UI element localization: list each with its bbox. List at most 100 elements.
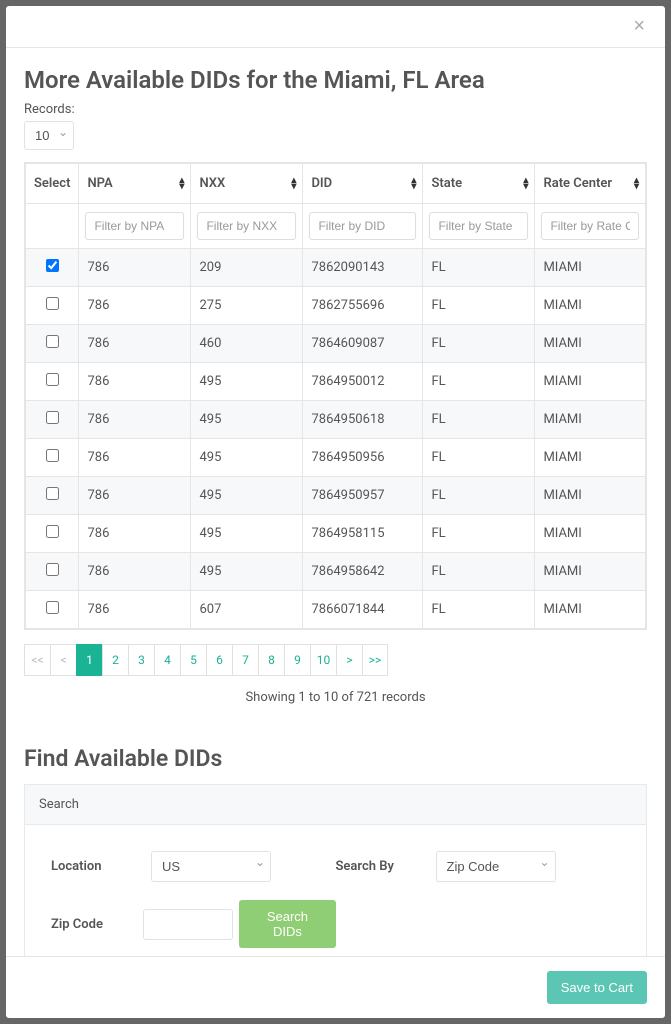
cell-did: 7862090143 (303, 249, 423, 287)
th-nxx-label: NXX (199, 176, 225, 191)
zip-code-input[interactable] (143, 909, 233, 940)
cell-rate-center: MIAMI (535, 363, 646, 401)
row-checkbox[interactable] (46, 449, 59, 462)
cell-nxx: 275 (191, 287, 303, 325)
th-npa-label: NPA (87, 176, 112, 191)
th-select: Select (26, 164, 79, 204)
cell-npa: 786 (79, 401, 191, 439)
table-row: 7864607864609087FLMIAMI (26, 325, 646, 363)
search-panel-body: Location US Search By Zip Code (25, 825, 646, 956)
page-btn[interactable]: 10 (310, 644, 336, 676)
th-state[interactable]: State▴▾ (423, 164, 535, 204)
cell-nxx: 460 (191, 325, 303, 363)
modal-footer: Save to Cart (6, 956, 665, 1018)
filter-npa-input[interactable] (85, 212, 184, 240)
cell-npa: 786 (79, 591, 191, 629)
page-btn: < (50, 644, 76, 676)
cell-rate-center: MIAMI (535, 553, 646, 591)
page-btn[interactable]: 6 (206, 644, 232, 676)
row-checkbox[interactable] (46, 487, 59, 500)
records-select[interactable]: 10 (24, 121, 74, 150)
filter-did-input[interactable] (309, 212, 416, 240)
cell-state: FL (423, 439, 535, 477)
search-by-select[interactable]: Zip Code (436, 851, 556, 882)
cell-rate-center: MIAMI (535, 401, 646, 439)
location-select[interactable]: US (151, 851, 271, 882)
cell-npa: 786 (79, 363, 191, 401)
filter-state-input[interactable] (429, 212, 528, 240)
th-nxx[interactable]: NXX ▴▾ (191, 164, 303, 204)
sort-icon: ▴▾ (523, 178, 528, 190)
table-row: 7862757862755696FLMIAMI (26, 287, 646, 325)
page-btn[interactable]: 9 (284, 644, 310, 676)
table-row: 7864957864950012FLMIAMI (26, 363, 646, 401)
th-did[interactable]: DID ▴▾ (303, 164, 423, 204)
search-dids-button[interactable]: Search DIDs (239, 900, 335, 948)
search-panel-head: Search (25, 785, 646, 825)
table-row: 7864957864958115FLMIAMI (26, 515, 646, 553)
page-btn[interactable]: > (336, 644, 362, 676)
zip-code-label: Zip Code (51, 917, 143, 932)
cell-did: 7864958115 (303, 515, 423, 553)
cell-nxx: 495 (191, 363, 303, 401)
row-checkbox[interactable] (46, 259, 59, 272)
cell-rate-center: MIAMI (535, 439, 646, 477)
sort-icon: ▴▾ (291, 178, 296, 190)
page-btn[interactable]: 1 (76, 644, 102, 676)
records-info: Showing 1 to 10 of 721 records (24, 690, 647, 705)
cell-nxx: 495 (191, 439, 303, 477)
cell-did: 7864950012 (303, 363, 423, 401)
cell-nxx: 495 (191, 477, 303, 515)
page-btn[interactable]: >> (362, 644, 388, 676)
row-checkbox[interactable] (46, 525, 59, 538)
row-checkbox[interactable] (46, 297, 59, 310)
cell-npa: 786 (79, 325, 191, 363)
cell-state: FL (423, 553, 535, 591)
dids-table-wrap: Select NPA▴▾ NXX▴▾ DID▴▾ State▴▾ Rate Ce… (24, 162, 647, 630)
cell-state: FL (423, 325, 535, 363)
page-btn[interactable]: 4 (154, 644, 180, 676)
table-row: 7864957864950618FLMIAMI (26, 401, 646, 439)
cell-npa: 786 (79, 287, 191, 325)
page-btn[interactable]: 2 (102, 644, 128, 676)
th-npa[interactable]: NPA▴▾ (79, 164, 191, 204)
search-panel: Search Location US Search By (24, 784, 647, 956)
th-did-label: DID (311, 176, 332, 191)
row-checkbox[interactable] (46, 563, 59, 576)
cell-rate-center: MIAMI (535, 591, 646, 629)
cell-did: 7864609087 (303, 325, 423, 363)
filter-cell-select (26, 204, 79, 249)
cell-rate-center: MIAMI (535, 325, 646, 363)
close-icon[interactable]: × (629, 15, 649, 38)
row-checkbox[interactable] (46, 411, 59, 424)
page-btn[interactable]: 8 (258, 644, 284, 676)
page-btn[interactable]: 7 (232, 644, 258, 676)
table-row: 7864957864958642FLMIAMI (26, 553, 646, 591)
page-title: More Available DIDs for the Miami, FL Ar… (24, 66, 647, 94)
records-label: Records: (24, 102, 647, 117)
cell-did: 7864958642 (303, 553, 423, 591)
table-row: 7864957864950957FLMIAMI (26, 477, 646, 515)
cell-rate-center: MIAMI (535, 287, 646, 325)
row-checkbox[interactable] (46, 601, 59, 614)
page-btn[interactable]: 5 (180, 644, 206, 676)
th-rate-center[interactable]: Rate Center▴▾ (535, 164, 646, 204)
sort-icon: ▴▾ (411, 178, 416, 190)
row-checkbox[interactable] (46, 335, 59, 348)
cell-did: 7864950618 (303, 401, 423, 439)
cell-state: FL (423, 287, 535, 325)
row-checkbox[interactable] (46, 373, 59, 386)
cell-state: FL (423, 515, 535, 553)
save-to-cart-button[interactable]: Save to Cart (547, 971, 647, 1004)
cell-nxx: 495 (191, 515, 303, 553)
cell-npa: 786 (79, 249, 191, 287)
cell-nxx: 495 (191, 553, 303, 591)
records-control: Records: 10 (24, 102, 647, 150)
filter-nxx-input[interactable] (197, 212, 296, 240)
sort-icon: ▴▾ (634, 178, 639, 190)
cell-did: 7864950956 (303, 439, 423, 477)
cell-nxx: 495 (191, 401, 303, 439)
table-row: 7862097862090143FLMIAMI (26, 249, 646, 287)
filter-rate-center-input[interactable] (541, 212, 639, 240)
page-btn[interactable]: 3 (128, 644, 154, 676)
